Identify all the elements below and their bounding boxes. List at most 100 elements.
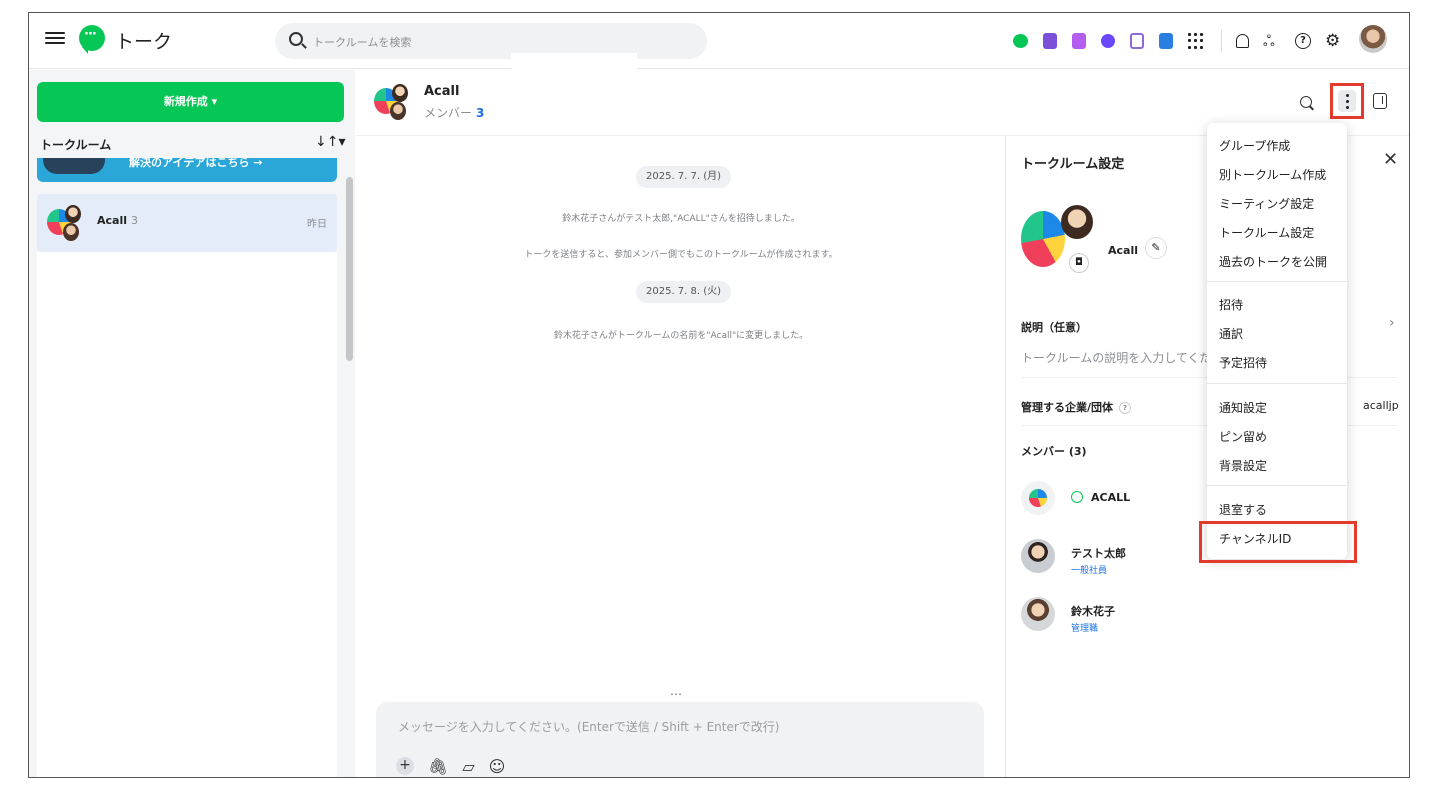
sticker-icon[interactable]: ▱: [462, 757, 474, 776]
sidebar-scrollbar[interactable]: [346, 177, 353, 361]
menu-divider: [1207, 383, 1347, 384]
description-field[interactable]: トークルームの説明を入力してください: [1021, 349, 1221, 366]
search-placeholder: トークルームを検索: [313, 36, 412, 49]
member-role: 管理職: [1071, 624, 1099, 634]
room-name: Acall 3: [97, 214, 138, 227]
sidebar: 新規作成 ▾ トークルーム ↓↑▾ 解決のアイデアはこちら → Acall 3 昨…: [29, 70, 355, 777]
menu-item-background-settings[interactable]: 背景設定: [1219, 457, 1267, 474]
room-time: 昨日: [307, 219, 327, 230]
camera-icon[interactable]: ◘: [1069, 253, 1089, 273]
member-name: 鈴木花子: [1071, 605, 1115, 618]
room-member-count: 3: [131, 214, 138, 227]
date-divider: 2025. 7. 8. (火): [636, 281, 732, 303]
chat-member-count[interactable]: メンバー 3: [424, 104, 484, 121]
menu-item-create-group[interactable]: グループ作成: [1219, 137, 1290, 154]
app-switcher: ஃ ? ⚙: [1013, 25, 1387, 53]
composer-toolbar: + 🖇 ▱ ☺: [396, 757, 505, 776]
member-avatar: [1021, 481, 1055, 515]
org-label: 管理する企業/団体?: [1021, 399, 1132, 415]
top-bar: トーク トークルームを検索 ஃ ? ⚙: [29, 13, 1409, 69]
menu-item-notification-settings[interactable]: 通知設定: [1219, 399, 1267, 416]
chevron-right-icon[interactable]: ›: [1389, 315, 1395, 331]
emoji-icon[interactable]: ☺: [489, 757, 506, 776]
app-title: トーク: [115, 31, 173, 53]
task-icon[interactable]: [1101, 34, 1115, 48]
search-icon: [289, 32, 303, 46]
chat-title: Acall: [424, 84, 460, 99]
talk-logo-icon: [79, 25, 105, 54]
member-name: テスト太郎: [1071, 547, 1126, 560]
user-avatar[interactable]: [1359, 25, 1387, 53]
member-avatar: [1021, 539, 1055, 573]
new-create-button[interactable]: 新規作成 ▾: [37, 82, 344, 122]
chat-room-avatar: [374, 84, 410, 120]
members-section-title: メンバー (3): [1021, 445, 1087, 458]
more-indicator: …: [670, 684, 683, 698]
side-panel-toggle-icon[interactable]: [1373, 93, 1387, 109]
menu-divider: [1207, 485, 1347, 486]
form-icon[interactable]: [1130, 33, 1144, 49]
banner-image: [43, 158, 105, 174]
room-list-area: [37, 252, 337, 777]
menu-item-pin[interactable]: ピン留め: [1219, 428, 1267, 445]
talk-icon[interactable]: [1013, 34, 1028, 48]
room-list-item[interactable]: Acall 3 昨日: [37, 194, 337, 252]
org-value: acalljp: [1363, 399, 1399, 412]
members-count: 3: [476, 106, 485, 120]
bot-icon: [1071, 491, 1083, 503]
help-icon[interactable]: ?: [1295, 33, 1311, 49]
menu-item-publish-history[interactable]: 過去のトークを公開: [1219, 253, 1327, 270]
divider: [1221, 30, 1222, 52]
more-options-menu: グループ作成 別トークルーム作成 ミーティング設定 トークルーム設定 過去のトー…: [1207, 123, 1347, 559]
menu-item-schedule-invite[interactable]: 予定招待: [1219, 354, 1267, 371]
search-input[interactable]: トークルームを検索: [275, 23, 707, 59]
apps-grid-icon[interactable]: [1188, 32, 1205, 50]
room-settings-avatar[interactable]: ◘: [1021, 205, 1093, 273]
menu-item-meeting-settings[interactable]: ミーティング設定: [1219, 195, 1314, 212]
sort-icon[interactable]: ↓↑▾: [315, 134, 346, 150]
menu-divider: [1207, 281, 1347, 282]
system-message: 鈴木花子さんがトークルームの名前を"Acall"に変更しました。: [553, 331, 809, 341]
calendar-icon[interactable]: [1043, 33, 1057, 49]
app-window: トーク トークルームを検索 ஃ ? ⚙ 新規作成 ▾ トークルーム ↓↑▾: [28, 12, 1410, 778]
attach-icon[interactable]: 🖇: [428, 757, 448, 776]
member-name: ACALL: [1091, 491, 1131, 504]
room-list-title: トークルーム: [40, 138, 112, 152]
channel-id-highlight: [1199, 521, 1357, 563]
close-icon[interactable]: ✕: [1383, 149, 1398, 170]
help-icon[interactable]: ?: [1119, 402, 1132, 414]
hamburger-menu-icon[interactable]: [45, 29, 65, 49]
menu-item-translate[interactable]: 通訳: [1219, 325, 1243, 342]
menu-item-create-separate-room[interactable]: 別トークルーム作成: [1219, 166, 1326, 183]
chat-search-icon[interactable]: [1300, 96, 1312, 108]
bell-icon[interactable]: [1236, 34, 1249, 48]
kebab-icon: [1338, 90, 1356, 112]
addressbook-icon[interactable]: [1159, 33, 1173, 49]
promo-banner[interactable]: 解決のアイデアはこちら →: [37, 158, 337, 182]
member-role: 一般社員: [1071, 566, 1108, 576]
members-label: メンバー: [424, 106, 473, 120]
system-message: トークを送信すると、参加メンバー側でもこのトークルームが作成されます。: [524, 250, 838, 260]
note-icon[interactable]: [1072, 33, 1086, 49]
plus-icon[interactable]: +: [396, 757, 414, 775]
more-options-button[interactable]: [1330, 83, 1364, 119]
chat-area: Acall メンバー 3 2025. 7. 7. (月) 鈴木花子さんがテスト太郎…: [356, 70, 1409, 777]
org-label-text: 管理する企業/団体: [1021, 401, 1114, 414]
system-message: 鈴木花子さんがテスト太郎,"ACALL"さんを招待しました。: [562, 214, 800, 224]
room-avatar: [47, 205, 83, 241]
menu-item-invite[interactable]: 招待: [1219, 296, 1243, 313]
message-input[interactable]: メッセージを入力してください。(Enterで送信 / Shift + Enter…: [398, 718, 779, 735]
member-avatar: [1021, 597, 1055, 631]
message-composer[interactable]: メッセージを入力してください。(Enterで送信 / Shift + Enter…: [376, 702, 984, 777]
room-name-text: Acall: [97, 214, 127, 227]
member-item[interactable]: 鈴木花子 管理職: [1021, 597, 1321, 637]
organization-icon[interactable]: ஃ: [1263, 33, 1281, 49]
description-label: 説明（任意）: [1021, 321, 1087, 334]
settings-title: トークルーム設定: [1021, 157, 1125, 172]
gear-icon[interactable]: ⚙: [1325, 33, 1345, 50]
edit-name-icon[interactable]: ✎: [1145, 237, 1167, 259]
date-divider: 2025. 7. 7. (月): [636, 166, 732, 188]
settings-room-name: Acall: [1108, 244, 1138, 257]
menu-item-leave[interactable]: 退室する: [1219, 501, 1267, 518]
menu-item-room-settings[interactable]: トークルーム設定: [1219, 224, 1314, 241]
